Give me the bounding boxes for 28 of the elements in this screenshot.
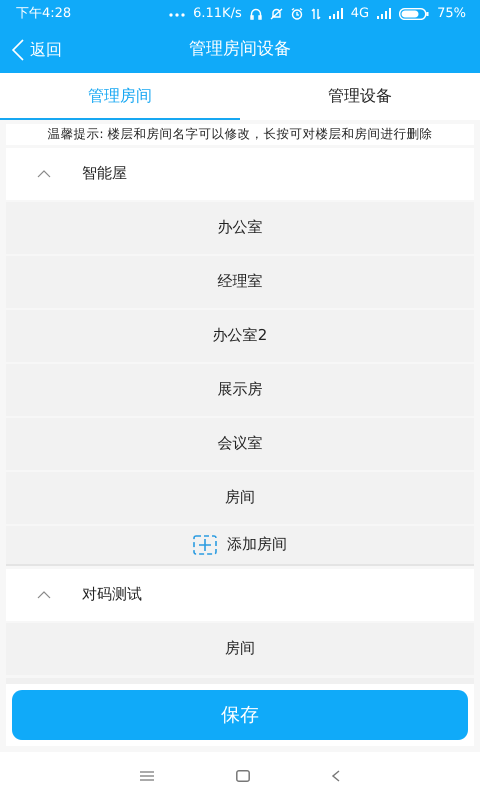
room-row[interactable]: 展示房 xyxy=(6,364,474,416)
more-icon xyxy=(169,10,186,16)
floor-header[interactable]: 对码测试 xyxy=(6,568,474,621)
alarm-icon xyxy=(290,8,303,20)
headphones-icon xyxy=(250,8,262,20)
room-row[interactable]: 办公室2 xyxy=(6,310,474,362)
data-arrows-icon xyxy=(310,8,321,20)
status-time: 下午4:28 xyxy=(16,4,72,23)
menu-icon[interactable] xyxy=(140,771,154,781)
network-speed: 6.11K/s xyxy=(193,4,242,23)
page-title: 管理房间设备 xyxy=(189,39,291,60)
add-icon xyxy=(193,534,217,555)
home-icon[interactable] xyxy=(236,770,250,782)
battery-percent: 75% xyxy=(437,4,466,23)
room-row[interactable]: 会议室 xyxy=(6,418,474,470)
add-room-button[interactable]: 添加房间 xyxy=(6,526,474,566)
room-row[interactable]: 房间 xyxy=(6,622,474,675)
back-icon xyxy=(12,39,24,61)
room-row[interactable]: 办公室 xyxy=(6,202,474,254)
hint-text: 温馨提示: 楼层和房间名字可以修改，长按可对楼层和房间进行删除 xyxy=(6,124,474,145)
back-icon[interactable] xyxy=(332,770,340,782)
battery-icon xyxy=(399,8,430,20)
signal-icon xyxy=(377,8,392,19)
room-row[interactable]: 房间 xyxy=(6,472,474,524)
room-row[interactable]: 经理室 xyxy=(6,256,474,308)
floor-header[interactable]: 智能屋 xyxy=(6,148,474,200)
network-type: 4G xyxy=(350,4,370,23)
signal-icon xyxy=(328,8,343,19)
